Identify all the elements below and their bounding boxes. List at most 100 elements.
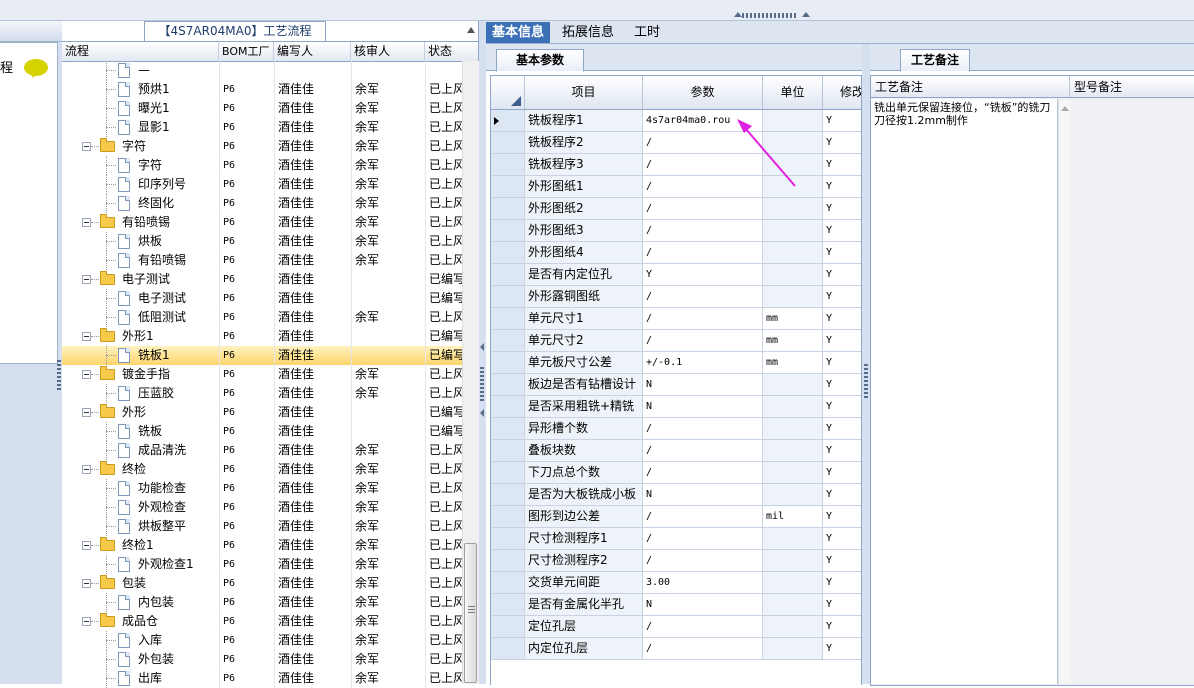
param-modify-flag[interactable]: Y xyxy=(823,418,861,439)
param-row[interactable]: 下刀点总个数 / Y xyxy=(491,462,861,484)
tree-row[interactable]: 外形 P6 酒佳佳 已编写 xyxy=(62,403,462,422)
param-row[interactable]: 尺寸检测程序2/ Y xyxy=(491,550,861,572)
tree-row[interactable]: 有铅喷锡 P6 酒佳佳 余军 已上风 xyxy=(62,213,462,232)
param-value-cell[interactable]: / xyxy=(643,176,763,197)
tree-row[interactable]: 终检1 P6 酒佳佳 余军 已上风 xyxy=(62,536,462,555)
param-modify-flag[interactable]: Y xyxy=(823,176,861,197)
collapse-icon[interactable] xyxy=(82,275,91,284)
tree-row[interactable]: 外观检查1 P6 酒佳佳 余军 已上风 xyxy=(62,555,462,574)
tree-row[interactable]: 字符 P6 酒佳佳 余军 已上风 xyxy=(62,137,462,156)
row-indicator[interactable] xyxy=(491,594,525,615)
param-unit-cell[interactable]: mm xyxy=(763,352,823,373)
note-scrollbar[interactable] xyxy=(1058,100,1071,684)
collapse-icon[interactable] xyxy=(82,142,91,151)
tree-row[interactable]: 印序列号 P6 酒佳佳 余军 已上风 xyxy=(62,175,462,194)
param-modify-flag[interactable]: Y xyxy=(823,352,861,373)
param-modify-flag[interactable]: Y xyxy=(823,484,861,505)
tree-row[interactable]: 外观检查 P6 酒佳佳 余军 已上风 xyxy=(62,498,462,517)
tree-row[interactable]: 电子测试 P6 酒佳佳 已编写 xyxy=(62,270,462,289)
param-unit-cell[interactable]: mm xyxy=(763,308,823,329)
row-indicator[interactable] xyxy=(491,396,525,417)
column-header-modify[interactable]: 修改 xyxy=(823,76,861,109)
collapse-left-icon[interactable] xyxy=(480,409,484,417)
param-unit-cell[interactable] xyxy=(763,176,823,197)
tab-basic-params[interactable]: 基本参数 xyxy=(496,49,584,72)
process-tree-title[interactable]: 【4S7AR04MA0】工艺流程 xyxy=(144,21,326,41)
param-modify-flag[interactable]: Y xyxy=(823,550,861,571)
row-header-corner[interactable] xyxy=(491,76,525,109)
param-row[interactable]: 外形图纸3/ Y xyxy=(491,220,861,242)
column-header-writer[interactable]: 编写人 xyxy=(274,42,351,61)
param-row[interactable]: 叠板块数 / Y xyxy=(491,440,861,462)
param-row[interactable]: 板边是否有钻槽设计 N Y xyxy=(491,374,861,396)
param-modify-flag[interactable]: Y xyxy=(823,396,861,417)
row-indicator[interactable] xyxy=(491,264,525,285)
tab-basic-info[interactable]: 基本信息 xyxy=(486,22,551,43)
param-modify-flag[interactable]: Y xyxy=(823,616,861,637)
param-value-cell[interactable]: / xyxy=(643,198,763,219)
param-unit-cell[interactable] xyxy=(763,462,823,483)
tree-row[interactable]: 镀金手指 P6 酒佳佳 余军 已上风 xyxy=(62,365,462,384)
param-modify-flag[interactable]: Y xyxy=(823,242,861,263)
chat-bubble-icon[interactable] xyxy=(24,59,48,78)
param-row[interactable]: 铣板程序3/ Y xyxy=(491,154,861,176)
param-row[interactable]: 是否采用粗铣+精铣 N Y xyxy=(491,396,861,418)
param-modify-flag[interactable]: Y xyxy=(823,308,861,329)
row-indicator[interactable] xyxy=(491,528,525,549)
tree-row[interactable]: 铣板1 P6 酒佳佳 已编写 xyxy=(62,346,462,365)
param-unit-cell[interactable] xyxy=(763,572,823,593)
param-value-cell[interactable]: / xyxy=(643,330,763,351)
param-row[interactable]: 是否为大板铣成小板 N Y xyxy=(491,484,861,506)
row-indicator[interactable] xyxy=(491,572,525,593)
param-modify-flag[interactable]: Y xyxy=(823,286,861,307)
row-indicator[interactable] xyxy=(491,242,525,263)
param-value-cell[interactable]: / xyxy=(643,154,763,175)
param-modify-flag[interactable]: Y xyxy=(823,220,861,241)
column-header-model-notes[interactable]: 型号备注 xyxy=(1070,76,1194,98)
param-modify-flag[interactable]: Y xyxy=(823,440,861,461)
param-row[interactable]: 单元尺寸2/mm Y xyxy=(491,330,861,352)
tree-row[interactable]: 显影1 P6 酒佳佳 余军 已上风 xyxy=(62,118,462,137)
row-indicator[interactable] xyxy=(491,110,525,131)
column-header-reviewer[interactable]: 核审人 xyxy=(351,42,425,61)
param-row[interactable]: 单元板尺寸公差 +/-0.1 mm Y xyxy=(491,352,861,374)
param-row[interactable]: 外形图纸4/ Y xyxy=(491,242,861,264)
param-value-cell[interactable]: / xyxy=(643,528,763,549)
model-note-cell[interactable] xyxy=(1071,99,1194,684)
param-unit-cell[interactable] xyxy=(763,528,823,549)
tree-row[interactable]: 终固化 P6 酒佳佳 余军 已上风 xyxy=(62,194,462,213)
tree-row[interactable]: 外形1 P6 酒佳佳 已编写 xyxy=(62,327,462,346)
left-nav-label[interactable]: 程 xyxy=(0,57,13,76)
param-row[interactable]: 是否有内定位孔 Y Y xyxy=(491,264,861,286)
splitter-grip[interactable] xyxy=(864,362,868,398)
row-indicator[interactable] xyxy=(491,484,525,505)
tree-row[interactable]: 铣板 P6 酒佳佳 已编写 xyxy=(62,422,462,441)
param-modify-flag[interactable]: Y xyxy=(823,638,861,659)
tree-row[interactable]: 功能检查 P6 酒佳佳 余军 已上风 xyxy=(62,479,462,498)
tree-row[interactable]: 烘板整平 P6 酒佳佳 余军 已上风 xyxy=(62,517,462,536)
param-row[interactable]: 铣板程序1 4s7ar04ma0.rou Y xyxy=(491,110,861,132)
param-unit-cell[interactable] xyxy=(763,616,823,637)
param-modify-flag[interactable]: Y xyxy=(823,110,861,131)
column-header-bom-factory[interactable]: BOM工厂 xyxy=(219,42,274,61)
splitter-grip[interactable] xyxy=(742,13,798,18)
param-modify-flag[interactable]: Y xyxy=(823,506,861,527)
param-value-cell[interactable]: / xyxy=(643,440,763,461)
param-modify-flag[interactable]: Y xyxy=(823,198,861,219)
tree-row[interactable]: 出库 P6 酒佳佳 余军 已上风 xyxy=(62,669,462,688)
collapse-icon[interactable] xyxy=(82,465,91,474)
tab-extended-info[interactable]: 拓展信息 xyxy=(556,22,620,43)
tab-work-hours[interactable]: 工时 xyxy=(628,22,666,43)
tree-row[interactable]: 低阻测试 P6 酒佳佳 余军 已上风 xyxy=(62,308,462,327)
row-indicator[interactable] xyxy=(491,308,525,329)
collapse-icon[interactable] xyxy=(82,370,91,379)
param-modify-flag[interactable]: Y xyxy=(823,154,861,175)
tree-row[interactable]: 电子测试 P6 酒佳佳 已编写 xyxy=(62,289,462,308)
tree-row[interactable]: 曝光1 P6 酒佳佳 余军 已上风 xyxy=(62,99,462,118)
param-row[interactable]: 是否有金属化半孔 N Y xyxy=(491,594,861,616)
row-indicator[interactable] xyxy=(491,132,525,153)
row-indicator[interactable] xyxy=(491,176,525,197)
collapse-up-icon[interactable] xyxy=(734,12,742,17)
param-value-cell[interactable]: N xyxy=(643,594,763,615)
process-note-text[interactable]: 铣出单元保留连接位，“铣板”的铣刀刀径按1.2mm制作 xyxy=(871,99,1058,684)
